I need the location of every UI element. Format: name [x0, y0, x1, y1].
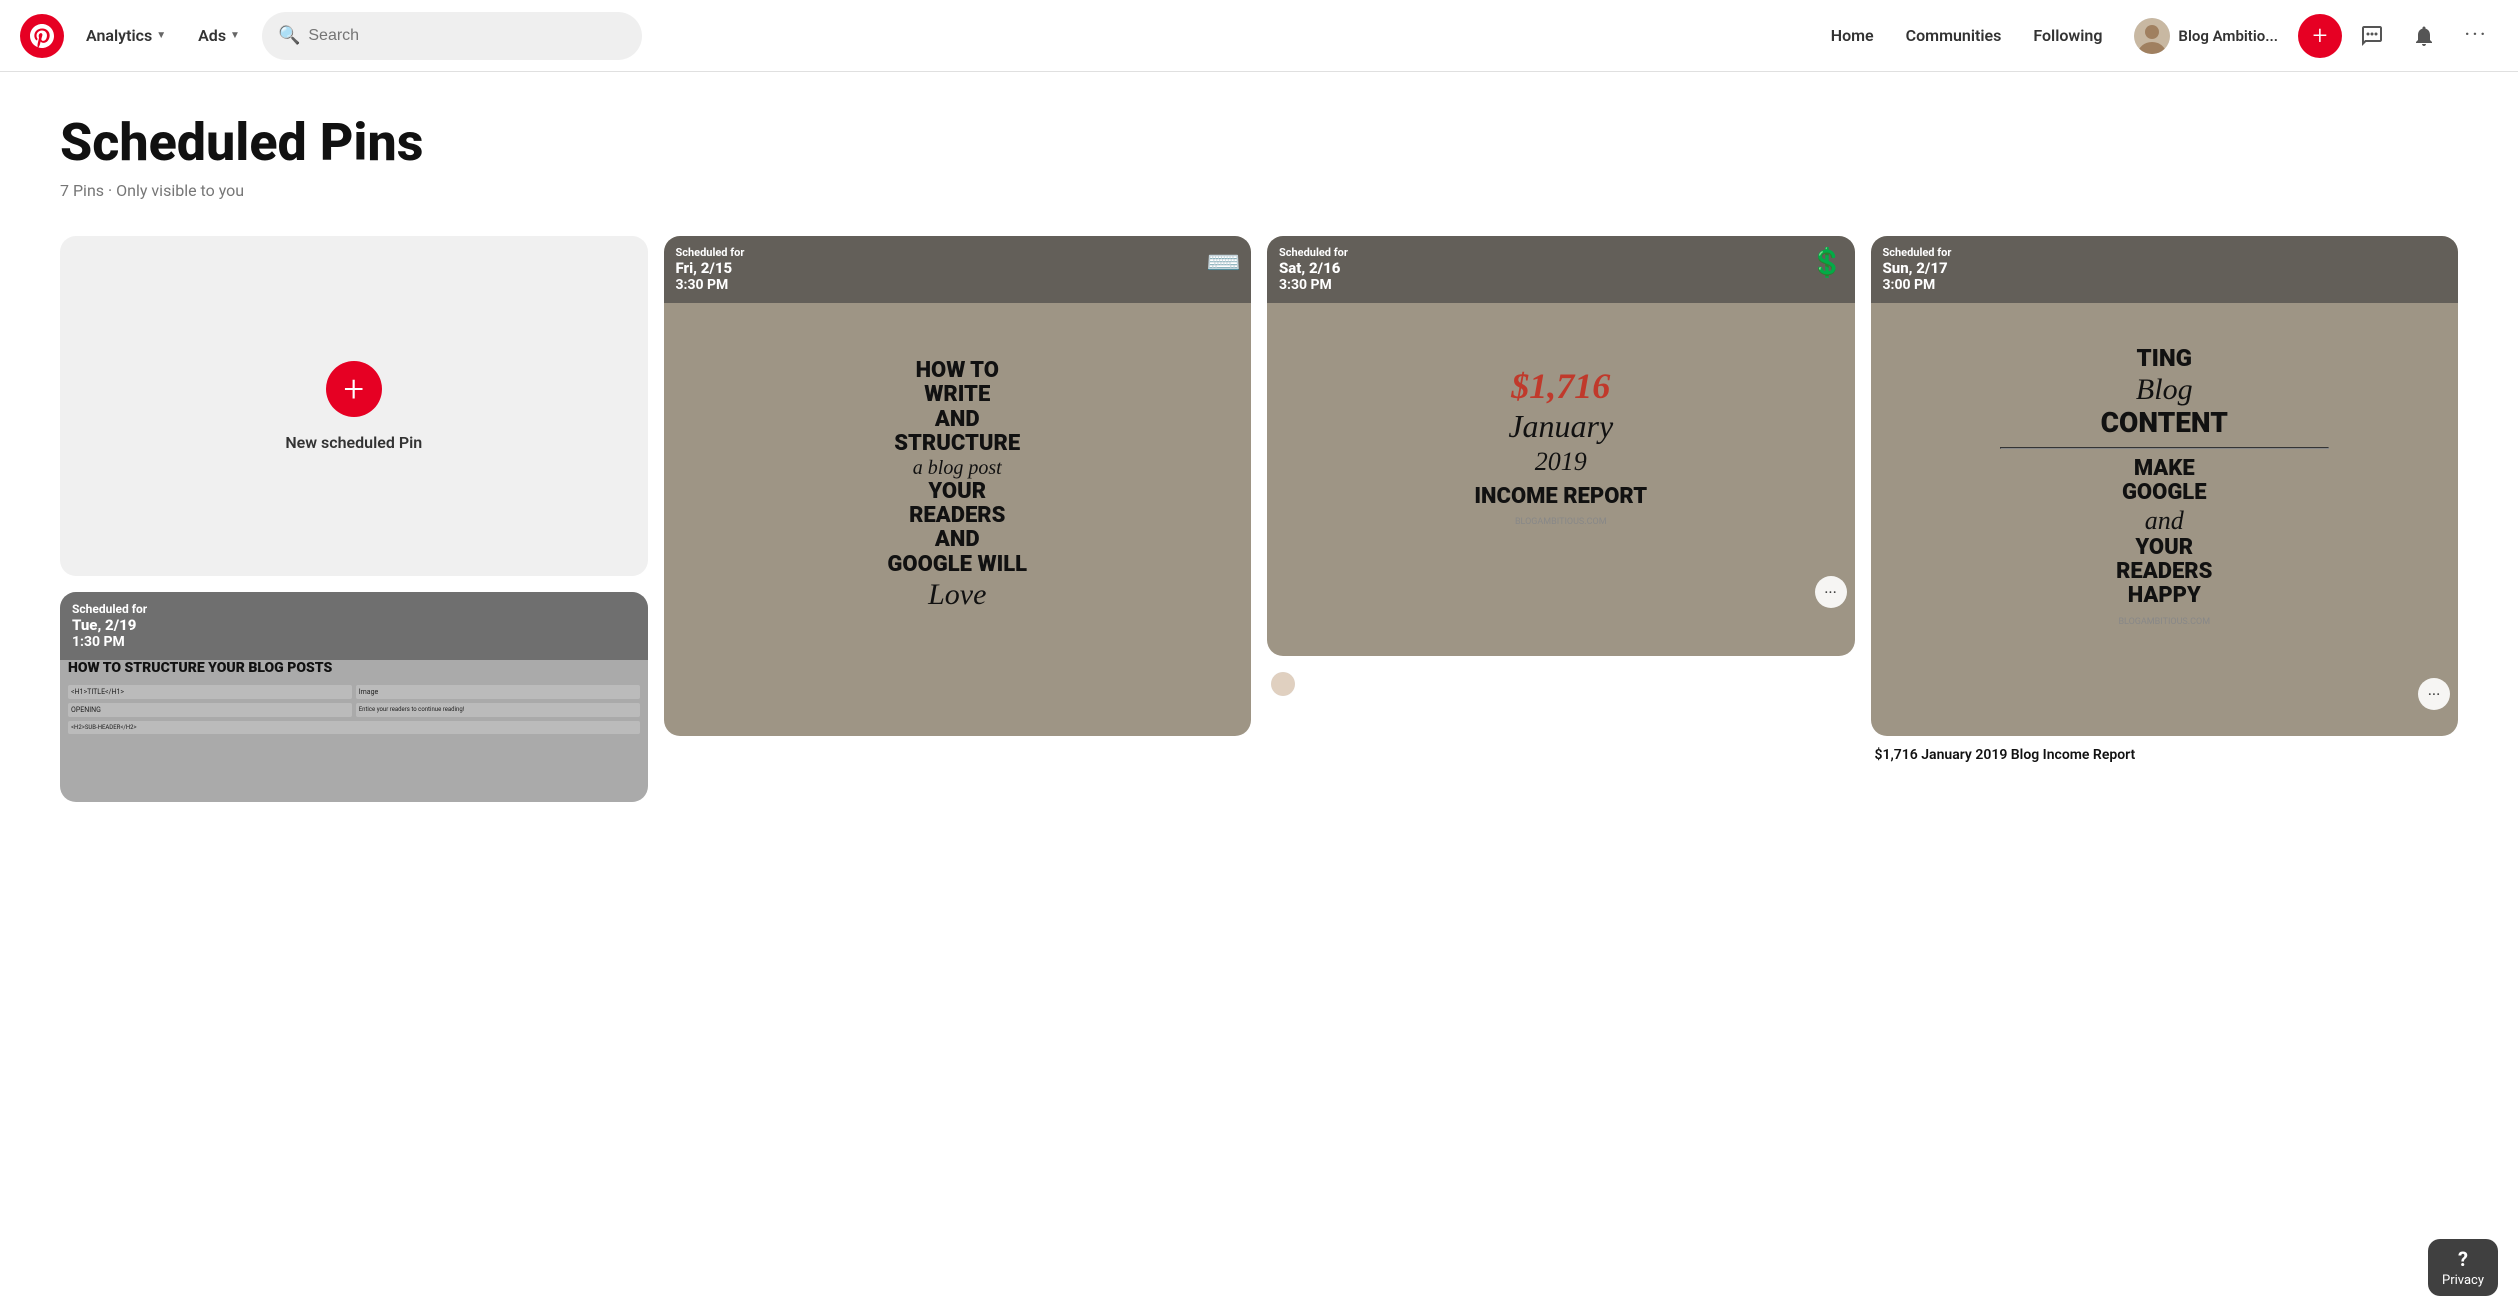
notifications-button[interactable]	[2402, 14, 2446, 58]
add-button[interactable]: +	[2298, 14, 2342, 58]
privacy-badge[interactable]: ? Privacy	[2428, 1239, 2498, 1296]
pin-image-3: Scheduled for Sun, 2/17 3:00 PM TING Blo…	[1871, 236, 2459, 736]
privacy-label: Privacy	[2442, 1273, 2484, 1288]
search-icon: 🔍	[278, 25, 300, 46]
scheduled-time: 1:30 PM	[72, 634, 636, 650]
search-input[interactable]	[308, 27, 626, 45]
header: Analytics ▼ Ads ▼ 🔍 Home Communities Fol…	[0, 0, 2518, 72]
typewriter-icon: ⌨️	[1206, 246, 1241, 279]
pin-meta-2	[1267, 656, 1855, 700]
pin-more-button-2[interactable]: ···	[1815, 576, 1847, 608]
pin-card-col1-bottom[interactable]: Scheduled for Tue, 2/19 1:30 PM HOW TO S…	[60, 592, 648, 802]
scheduled-time-1: 3:30 PM	[676, 277, 1240, 293]
pin-author-avatar-2	[1271, 672, 1295, 696]
avatar	[2134, 18, 2170, 54]
scheduled-date-1: Fri, 2/15	[676, 259, 1240, 277]
communities-nav[interactable]: Communities	[1894, 18, 2014, 53]
analytics-nav[interactable]: Analytics ▼	[76, 18, 176, 53]
main-content: Scheduled Pins 7 Pins · Only visible to …	[0, 72, 2518, 842]
pin-card-3[interactable]: Scheduled for Sun, 2/17 3:00 PM TING Blo…	[1871, 236, 2459, 768]
pin-meta-3: $1,716 January 2019 Blog Income Report	[1871, 736, 2459, 768]
profile-button[interactable]: Blog Ambitio...	[2122, 12, 2290, 60]
column-1: + New scheduled Pin Scheduled for Tue, 2…	[60, 236, 648, 802]
new-pin-label: New scheduled Pin	[285, 433, 422, 452]
dollar-icon: 💲	[1810, 246, 1845, 279]
more-options-button[interactable]: ···	[2454, 14, 2498, 58]
page-subtitle: 7 Pins · Only visible to you	[60, 181, 2458, 200]
pin-meta-title-3: $1,716 January 2019 Blog Income Report	[1875, 746, 2455, 764]
new-scheduled-pin-card[interactable]: + New scheduled Pin	[60, 236, 648, 576]
pin-image-1: Scheduled for Fri, 2/15 3:30 PM ⌨️ HOW T…	[664, 236, 1252, 736]
pin-image-2: Scheduled for Sat, 2/16 3:30 PM 💲 $1,716…	[1267, 236, 1855, 656]
analytics-label: Analytics	[86, 26, 152, 45]
nav-right: Home Communities Following Blog Ambitio.…	[1819, 12, 2498, 60]
analytics-chevron-icon: ▼	[156, 30, 166, 41]
scheduled-for-label: Scheduled for	[72, 602, 636, 616]
scheduled-overlay-col1: Scheduled for Tue, 2/19 1:30 PM	[60, 592, 648, 660]
messages-button[interactable]	[2350, 14, 2394, 58]
home-nav[interactable]: Home	[1819, 18, 1886, 53]
profile-name: Blog Ambitio...	[2178, 27, 2278, 45]
page-title: Scheduled Pins	[60, 112, 2458, 173]
search-bar[interactable]: 🔍	[262, 12, 642, 60]
scheduled-overlay-3: Scheduled for Sun, 2/17 3:00 PM	[1871, 236, 2459, 303]
pin-more-button-3[interactable]: ···	[2418, 678, 2450, 710]
ads-label: Ads	[198, 26, 226, 45]
pin-content-1: HOW TO WRITE AND STRUCTURE a blog post Y…	[664, 236, 1252, 736]
following-nav[interactable]: Following	[2021, 18, 2114, 53]
add-pin-button[interactable]: +	[326, 361, 382, 417]
privacy-icon: ?	[2458, 1247, 2468, 1271]
scheduled-overlay-2: Scheduled for Sat, 2/16 3:30 PM 💲	[1267, 236, 1855, 303]
scheduled-overlay-1: Scheduled for Fri, 2/15 3:30 PM ⌨️	[664, 236, 1252, 303]
scheduled-date: Tue, 2/19	[72, 616, 636, 634]
pinterest-logo[interactable]	[20, 14, 64, 58]
scheduled-for-label-1: Scheduled for	[676, 246, 1240, 259]
pin-card-1[interactable]: Scheduled for Fri, 2/15 3:30 PM ⌨️ HOW T…	[664, 236, 1252, 736]
pin-content-3: TING Blog CONTENT MAKE GOOGLE and YOUR R…	[1871, 236, 2459, 736]
pin-grid: + New scheduled Pin Scheduled for Tue, 2…	[60, 236, 2458, 802]
pin-meta-source-2	[1271, 672, 1851, 696]
ads-chevron-icon: ▼	[230, 30, 240, 41]
pin-card-2[interactable]: Scheduled for Sat, 2/16 3:30 PM 💲 $1,716…	[1267, 236, 1855, 700]
ads-nav[interactable]: Ads ▼	[188, 18, 250, 53]
